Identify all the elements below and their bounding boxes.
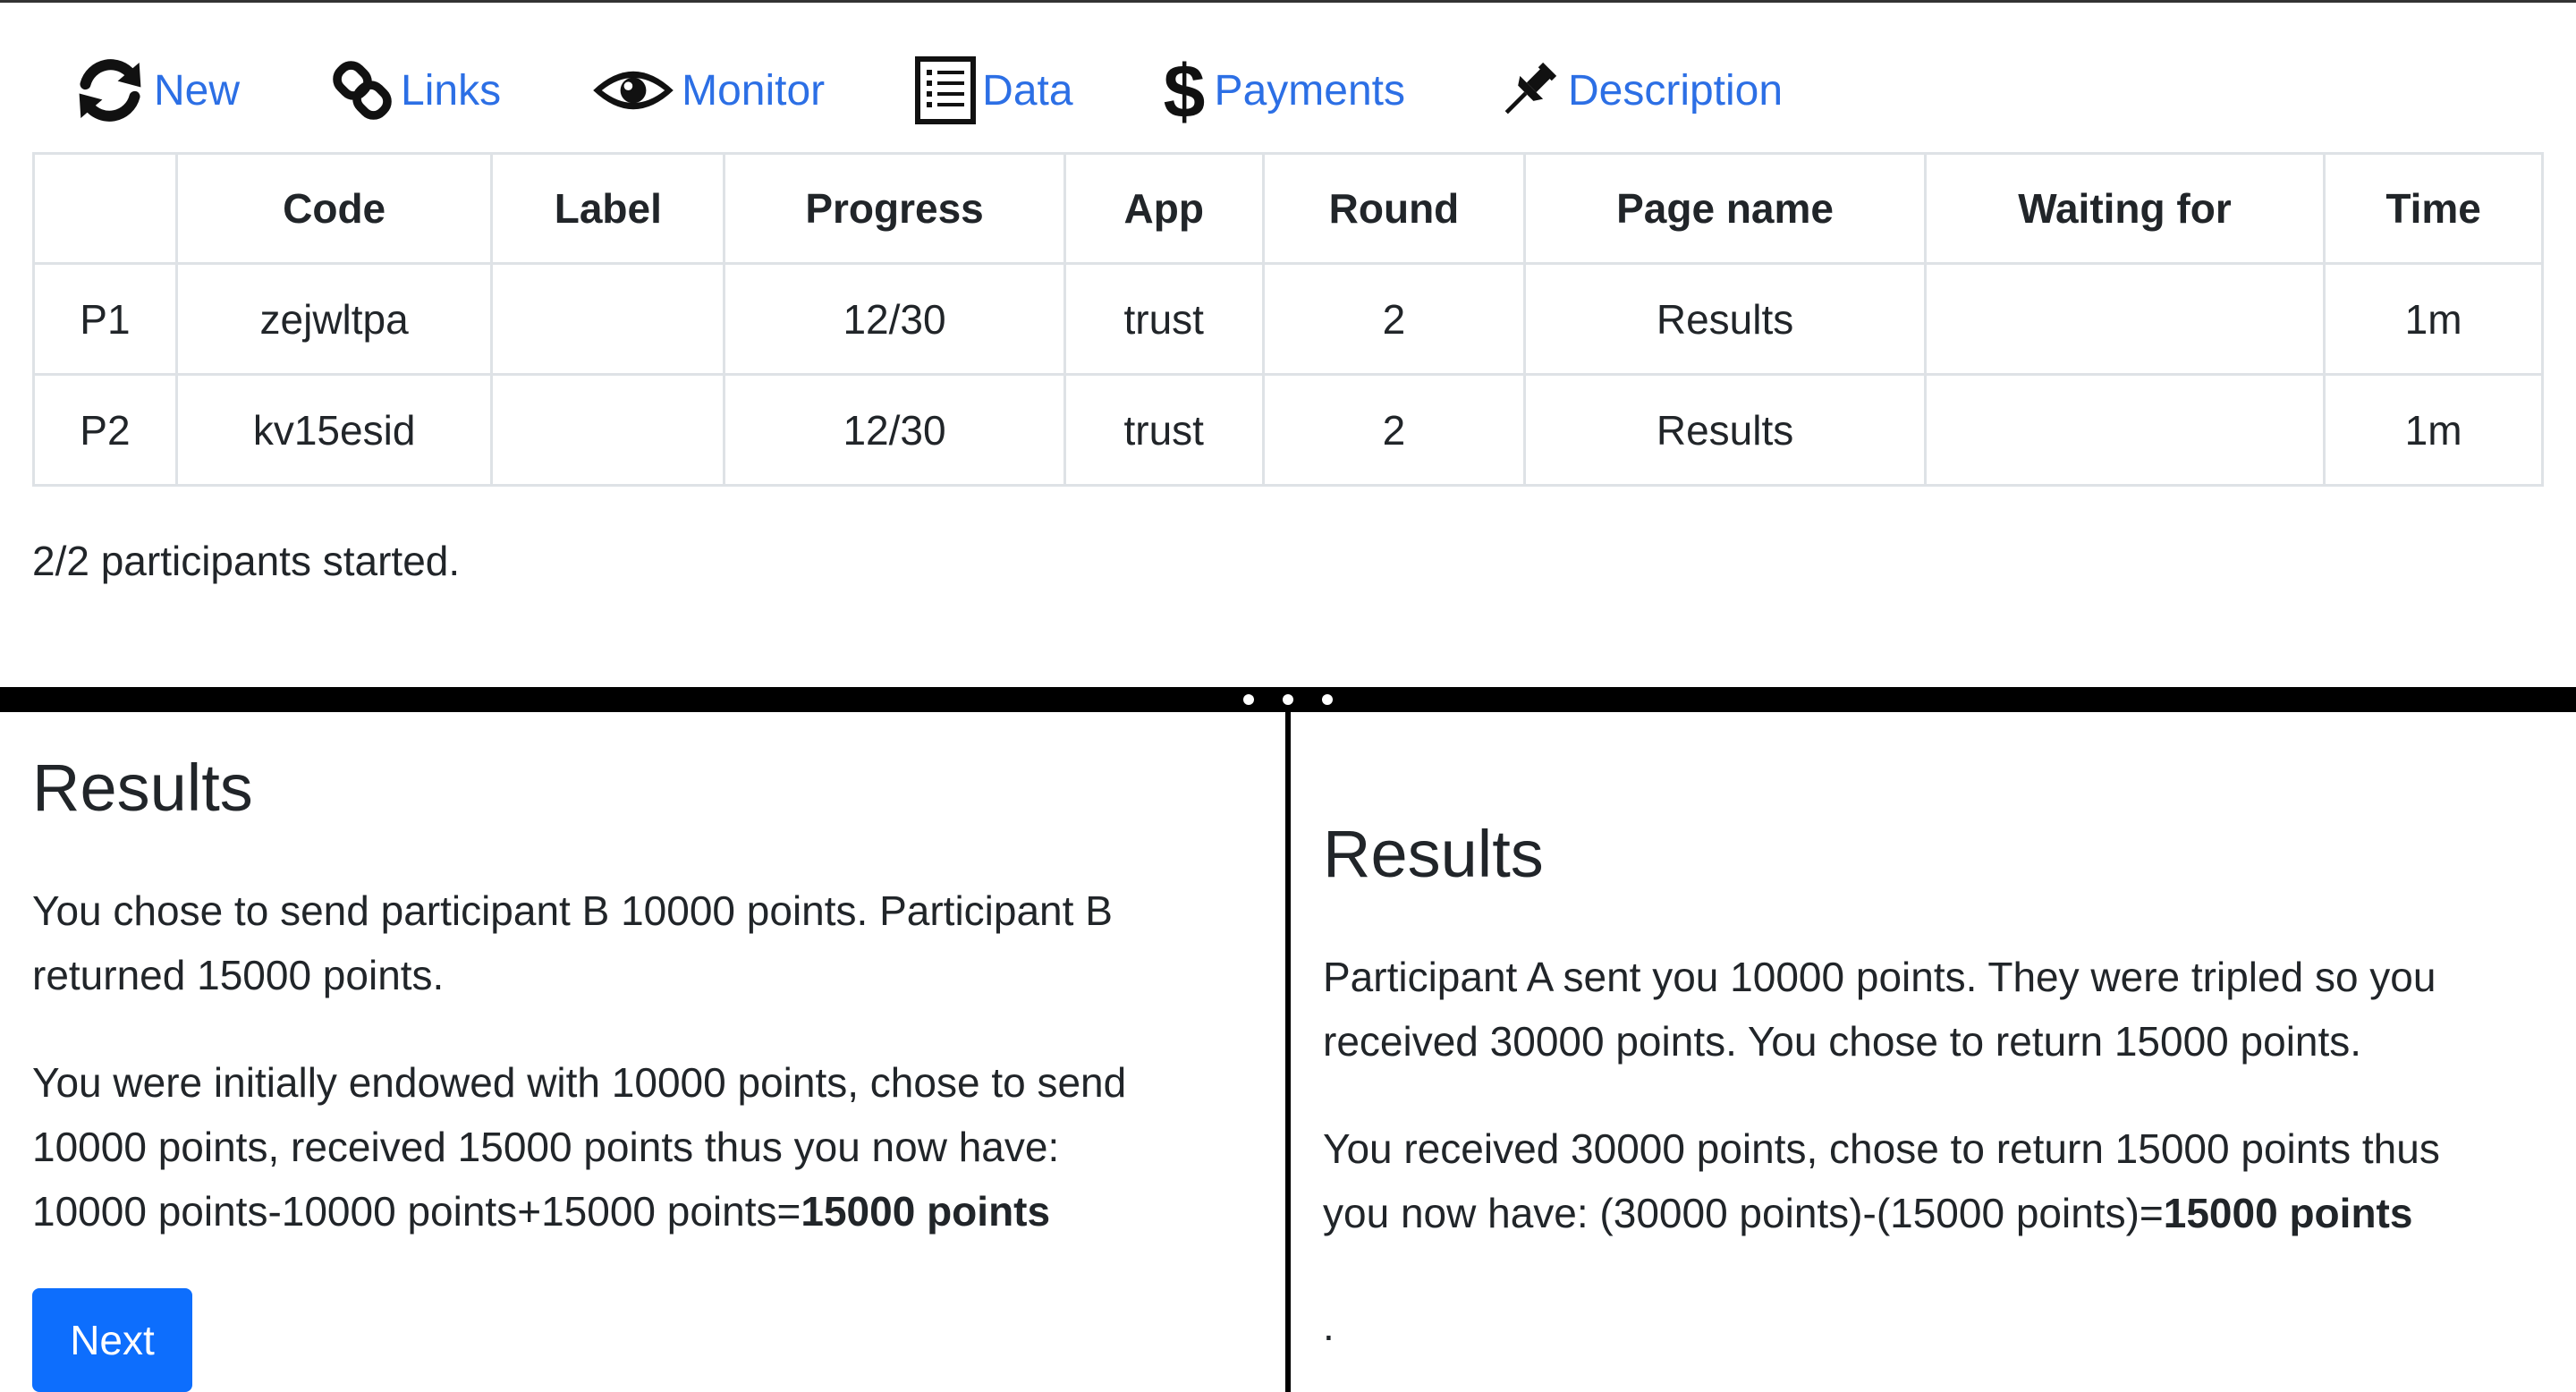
cell-code: kv15esid	[174, 373, 494, 487]
dollar-icon: $	[1159, 53, 1209, 128]
page-title: Results	[32, 751, 253, 825]
eye-icon	[590, 64, 676, 117]
header-progress: Progress	[723, 152, 1066, 265]
divider-dot	[1243, 694, 1254, 705]
cell-label	[490, 373, 726, 487]
total-points: 15000 points	[801, 1188, 1051, 1235]
nav-payments[interactable]: $ Payments	[1159, 53, 1405, 128]
nav-monitor-label: Monitor	[682, 66, 826, 115]
return-line-1: You received 30000 points, chose to retu…	[1323, 1125, 2440, 1172]
cell-waiting-for	[1923, 262, 2326, 376]
cell-app: trust	[1063, 262, 1265, 376]
cell-participant: P2	[32, 373, 178, 487]
endowment-line-2: 10000 points, received 15000 points thus…	[32, 1124, 1060, 1170]
endowment-summary-text: You were initially endowed with 10000 po…	[32, 1050, 1267, 1243]
header-code: Code	[174, 152, 494, 265]
cell-progress: 12/30	[723, 373, 1066, 487]
page-title: Results	[1323, 817, 1544, 891]
divider-dot	[1322, 694, 1333, 705]
divider-dot	[1283, 694, 1293, 705]
cell-time: 1m	[2323, 262, 2544, 376]
header-waiting-for: Waiting for	[1923, 152, 2326, 265]
received-summary-text: Participant A sent you 10000 points. The…	[1323, 954, 2436, 1065]
participants-table: Code Label Progress App Round Page name …	[32, 152, 2544, 487]
cell-participant: P1	[32, 262, 178, 376]
header-participant	[32, 152, 178, 265]
nav-description[interactable]: Description	[1495, 55, 1783, 125]
participants-started-status: 2/2 participants started.	[32, 538, 461, 584]
header-page-name: Page name	[1523, 152, 1927, 265]
nav-data-label: Data	[982, 66, 1073, 115]
table-row: P2 kv15esid 12/30 trust 2 Results 1m	[32, 373, 2544, 487]
return-line-2: you now have: (30000 points)-(15000 poin…	[1323, 1190, 2164, 1236]
participant-a-panel: Results You chose to send participant B …	[0, 712, 1285, 1392]
nav-monitor[interactable]: Monitor	[590, 64, 825, 117]
endowment-line-1: You were initially endowed with 10000 po…	[32, 1059, 1127, 1106]
cell-waiting-for	[1923, 373, 2326, 487]
cell-page-name: Results	[1523, 262, 1927, 376]
session-nav: New Links Monitor Data $ Payments Descri…	[72, 53, 1783, 128]
cell-round: 2	[1261, 373, 1527, 487]
nav-description-label: Description	[1567, 66, 1784, 115]
nav-links[interactable]: Links	[329, 52, 501, 129]
cell-time: 1m	[2323, 373, 2544, 487]
header-round: Round	[1261, 152, 1527, 265]
pushpin-icon	[1495, 55, 1563, 125]
nav-new-label: New	[154, 66, 241, 115]
header-label: Label	[490, 152, 726, 265]
table-header-row: Code Label Progress App Round Page name …	[32, 152, 2544, 265]
nav-data[interactable]: Data	[914, 55, 1073, 125]
cell-round: 2	[1261, 262, 1527, 376]
nav-new[interactable]: New	[72, 52, 240, 129]
header-app: App	[1063, 152, 1265, 265]
refresh-icon	[72, 52, 148, 129]
top-border	[0, 0, 2576, 3]
link-icon	[329, 52, 395, 129]
total-points: 15000 points	[2163, 1190, 2413, 1236]
header-time: Time	[2323, 152, 2544, 265]
endowment-line-3: 10000 points-10000 points+15000 points=	[32, 1188, 801, 1235]
trailing-dot: .	[1323, 1303, 1335, 1349]
nav-payments-label: Payments	[1214, 66, 1405, 115]
split-divider[interactable]	[0, 687, 2576, 712]
nav-links-label: Links	[401, 66, 502, 115]
cell-label	[490, 262, 726, 376]
cell-progress: 12/30	[723, 262, 1066, 376]
participant-b-panel: Results Participant A sent you 10000 poi…	[1291, 712, 2576, 1392]
table-row: P1 zejwltpa 12/30 trust 2 Results 1m	[32, 262, 2544, 376]
send-summary-text: You chose to send participant B 10000 po…	[32, 887, 1113, 998]
return-summary-text: You received 30000 points, chose to retu…	[1323, 1116, 2575, 1245]
cell-code: zejwltpa	[174, 262, 494, 376]
next-button[interactable]: Next	[32, 1288, 192, 1392]
svg-text:$: $	[1163, 53, 1205, 128]
cell-page-name: Results	[1523, 373, 1927, 487]
list-icon	[914, 55, 977, 125]
cell-app: trust	[1063, 373, 1265, 487]
